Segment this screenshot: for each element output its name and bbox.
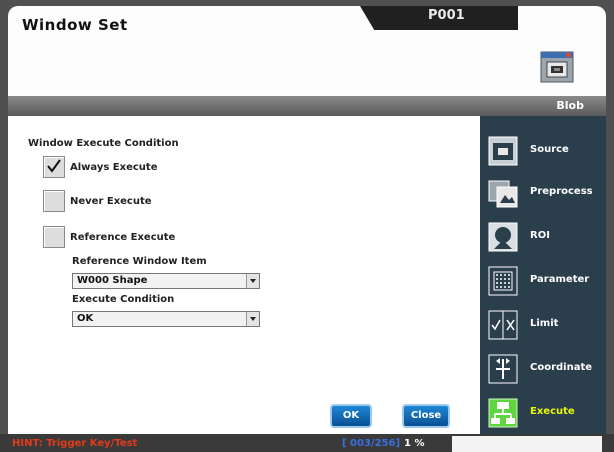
sidebar-item-label: Source <box>530 144 569 155</box>
reference-item-value: W000 Shape <box>77 275 148 286</box>
chevron-down-icon <box>246 274 259 288</box>
condition-title: Window Execute Condition <box>28 138 179 149</box>
never-execute-checkbox[interactable] <box>43 190 65 212</box>
preprocess-icon <box>488 180 518 208</box>
sidebar-item-label: Parameter <box>530 274 590 285</box>
always-execute-checkbox[interactable] <box>43 156 65 178</box>
sidebar-item-limit[interactable]: Limit <box>480 308 606 344</box>
reference-item-dropdown[interactable]: W000 Shape <box>72 273 260 289</box>
coordinate-icon <box>488 354 518 384</box>
sidebar-item-source[interactable]: Source <box>480 134 606 170</box>
sidebar-item-roi[interactable]: ROI <box>480 220 606 256</box>
execute-condition-label: Execute Condition <box>72 294 175 305</box>
header: Window Set P001 <box>8 6 606 96</box>
page-id: P001 <box>428 8 465 23</box>
sidebar-item-label: ROI <box>530 230 550 241</box>
check-icon <box>47 159 61 173</box>
sidebar-item-parameter[interactable]: Parameter <box>480 264 606 300</box>
hint-text: HINT: Trigger Key/Test <box>12 438 138 449</box>
execute-condition-dropdown[interactable]: OK <box>72 311 260 327</box>
status-bar: HINT: Trigger Key/Test [ 003/256] 1 % <box>0 434 614 452</box>
sidebar-item-label: Execute <box>530 406 575 417</box>
limit-icon <box>488 310 518 340</box>
roi-icon <box>488 222 518 252</box>
reference-execute-checkbox[interactable] <box>43 226 65 248</box>
sidebar-item-preprocess[interactable]: Preprocess <box>480 176 606 212</box>
page-title: Window Set <box>22 16 128 34</box>
sidebar-item-label: Preprocess <box>530 186 593 197</box>
reference-item-label: Reference Window Item <box>72 256 207 267</box>
content-panel: Window Execute Condition Always Execute … <box>8 116 480 434</box>
never-execute-label: Never Execute <box>70 196 152 207</box>
sidebar-item-label: Coordinate <box>530 362 593 373</box>
execute-icon <box>488 398 518 428</box>
always-execute-label: Always Execute <box>70 162 158 173</box>
window-icon[interactable] <box>540 51 574 83</box>
chevron-down-icon <box>246 312 259 326</box>
item-counter: [ 003/256] <box>342 438 401 449</box>
sidebar-item-execute[interactable]: Execute <box>480 396 606 432</box>
parameter-icon <box>488 266 518 296</box>
sidebar-item-label: Limit <box>530 318 559 329</box>
sidebar-item-coordinate[interactable]: Coordinate <box>480 352 606 388</box>
progress-percent: 1 % <box>404 438 425 449</box>
ok-button[interactable]: OK <box>330 404 372 428</box>
reference-execute-label: Reference Execute <box>70 232 176 243</box>
sidebar: Source Preprocess ROI Parameter Limit Co… <box>480 116 606 434</box>
source-icon <box>488 136 518 166</box>
section-bar: Blob <box>8 96 606 116</box>
close-button[interactable]: Close <box>402 404 450 428</box>
section-label: Blob <box>556 99 584 112</box>
execute-condition-value: OK <box>77 313 94 324</box>
app-frame: Window Set P001 Blob Window Execute Cond… <box>0 0 614 452</box>
status-field <box>452 436 602 452</box>
